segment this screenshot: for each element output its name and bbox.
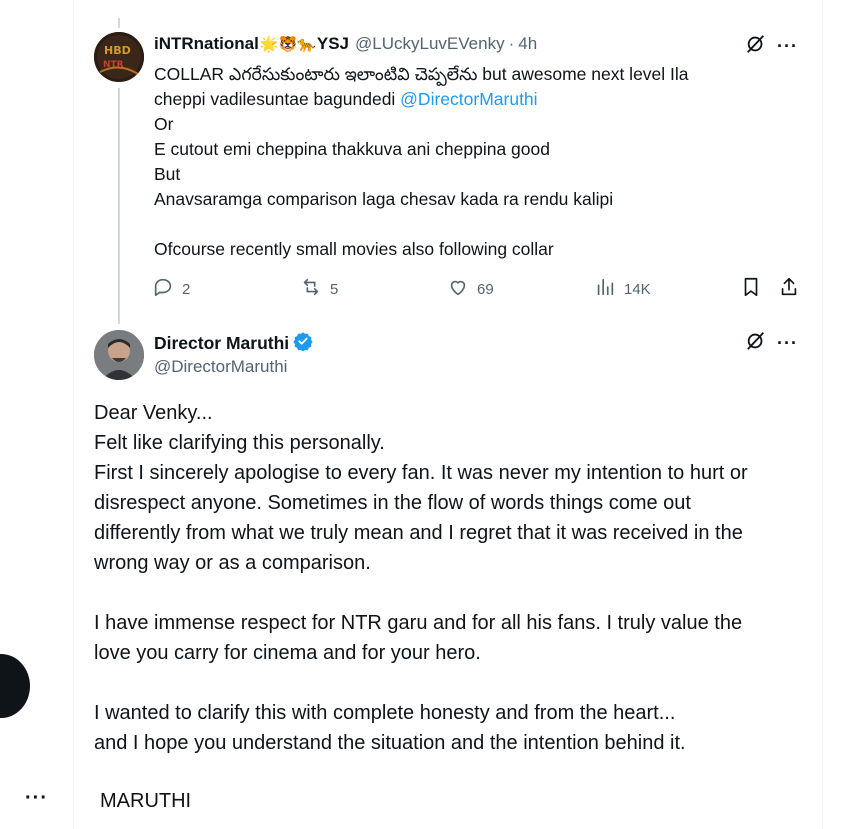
reply-line: [154, 212, 804, 237]
column-border-left: [73, 0, 74, 829]
tweet-line: I have immense respect for NTR garu and …: [94, 612, 743, 634]
reply-line: Ofcourse recently small movies also foll…: [154, 239, 554, 259]
action-bar: 2 5 69 14K: [152, 276, 804, 302]
bookmark-button[interactable]: [740, 276, 762, 302]
analytics-icon: [594, 276, 616, 302]
thread-line-top: [118, 18, 120, 28]
like-button[interactable]: 69: [447, 276, 494, 302]
grok-icon[interactable]: [745, 33, 767, 60]
reply-body: COLLAR ఎగరేసుకుంటారు ఇలాంటివి చెప్పలేను …: [154, 62, 804, 262]
column-border-right: [822, 0, 823, 829]
sidebar-more-button[interactable]: ···: [25, 787, 48, 810]
author-name-suffix[interactable]: YSJ: [317, 34, 349, 54]
like-count: 69: [477, 280, 494, 298]
author-handle[interactable]: @DirectorMaruthi: [154, 357, 287, 377]
repost-count: 5: [330, 280, 339, 298]
reply-line: E cutout emi cheppina thakkuva ani chepp…: [154, 139, 550, 159]
avatar-image: HBD NTR: [94, 32, 144, 82]
reply-line: cheppi vadilesuntae bagundedi @DirectorM…: [154, 89, 538, 109]
bookmark-icon: [740, 276, 762, 302]
reply-button[interactable]: 2: [152, 276, 190, 302]
view-count: 14K: [624, 280, 651, 298]
verified-badge-icon: [293, 331, 313, 356]
tweet-line: love you carry for cinema and for your h…: [94, 642, 481, 664]
share-button[interactable]: [778, 276, 800, 302]
svg-text:HBD: HBD: [104, 44, 131, 57]
main-top-icons: ···: [745, 330, 798, 357]
tweet-line: Felt like clarifying this personally.: [94, 432, 385, 454]
heart-icon: [447, 276, 469, 302]
timestamp[interactable]: 4h: [518, 34, 537, 54]
tweet-line: differently from what we truly mean and …: [94, 522, 743, 544]
tweet-line: First I sincerely apologise to every fan…: [94, 462, 748, 484]
reply-line: Anavsaramga comparison laga chesav kada …: [154, 189, 614, 209]
main-author-name-row: Director Maruthi: [154, 331, 313, 356]
avatar[interactable]: HBD NTR: [94, 32, 144, 82]
tweet-line: and I hope you understand the situation …: [94, 732, 686, 754]
author-name[interactable]: iNTRnational: [154, 34, 259, 54]
sidebar-profile-button[interactable]: [0, 654, 30, 718]
repost-button[interactable]: 5: [300, 276, 338, 302]
tweet-line: I wanted to clarify this with complete h…: [94, 702, 676, 724]
more-options-button[interactable]: ···: [777, 333, 798, 354]
reply-count: 2: [182, 280, 191, 298]
share-icon: [778, 276, 800, 302]
tweet-line: [94, 578, 809, 608]
reply-header: iNTRnational 🌟🐯🐆 YSJ @LUckyLuvEVenky · 4…: [154, 34, 537, 54]
tweet-line: disrespect anyone. Sometimes in the flow…: [94, 492, 691, 514]
tweet-signature: MARUTHI: [100, 790, 192, 812]
tweet-line: wrong way or as a comparison.: [94, 552, 371, 574]
grok-icon[interactable]: [745, 330, 767, 357]
thread-connector-line: [118, 88, 120, 324]
avatar-image: [94, 330, 144, 380]
reply-top-icons: ···: [745, 33, 798, 60]
tweet-line: Dear Venky...: [94, 402, 213, 424]
tweet-line: [94, 668, 809, 698]
avatar[interactable]: [94, 330, 144, 380]
reply-line: But: [154, 164, 181, 184]
mention-link[interactable]: @DirectorMaruthi: [400, 89, 537, 109]
main-tweet-body: Dear Venky... Felt like clarifying this …: [94, 398, 809, 758]
more-options-button[interactable]: ···: [777, 36, 798, 57]
author-handle[interactable]: @LUckyLuvEVenky: [355, 34, 505, 54]
separator-dot: ·: [508, 34, 515, 53]
name-emoji: 🌟🐯🐆: [259, 36, 316, 53]
views-button[interactable]: 14K: [594, 276, 651, 302]
reply-line: COLLAR ఎగరేసుకుంటారు ఇలాంటివి చెప్పలేను …: [154, 64, 689, 84]
reply-icon: [152, 276, 174, 302]
repost-icon: [300, 276, 322, 302]
reply-line: Or: [154, 114, 174, 134]
author-name[interactable]: Director Maruthi: [154, 333, 289, 354]
